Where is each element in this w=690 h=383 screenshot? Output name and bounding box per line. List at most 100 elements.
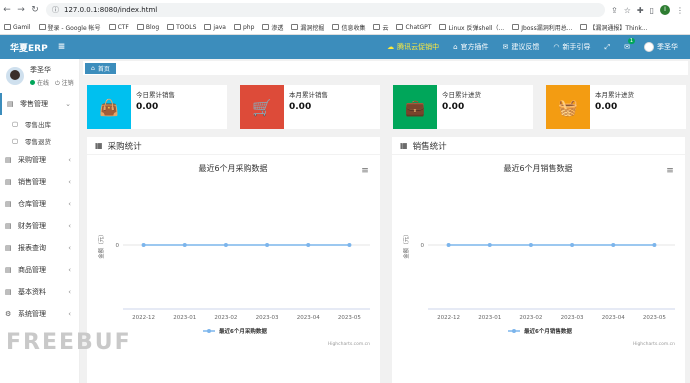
sidebar-item-1[interactable]: ▢ 零售出库 — [0, 115, 79, 132]
breadcrumb-home[interactable]: ⌂ 首页 — [85, 63, 116, 74]
chart-credit[interactable]: Highcharts.com.cn — [328, 341, 370, 347]
shopping-bag-icon: 👜 — [87, 85, 131, 129]
chart-legend[interactable]: 最近6个月销售数据 — [508, 327, 572, 335]
sidebar-item-2[interactable]: ▢ 零售退货 — [0, 132, 79, 149]
data-point[interactable] — [446, 243, 451, 247]
bookmark-item[interactable]: 漏洞挖掘 — [291, 23, 324, 32]
grid-icon: ▦ — [400, 141, 408, 150]
bookmark-item[interactable]: 云 — [373, 23, 388, 32]
bookmark-item[interactable]: php — [233, 23, 255, 31]
sidebar-item-3[interactable]: ▤ 采购管理 ‹ — [0, 149, 79, 171]
data-point[interactable] — [223, 243, 228, 247]
address-bar[interactable]: ⓘ 127.0.0.1:8080/index.html — [46, 3, 606, 17]
data-point[interactable] — [265, 243, 270, 247]
chevron-left-icon: ‹ — [68, 156, 71, 164]
bookmark-item[interactable]: 【漏洞通报】Think... — [580, 23, 648, 32]
fullscreen-icon[interactable]: ⤢ — [605, 43, 611, 52]
chart-title: 最近6个月销售数据 — [503, 163, 572, 173]
menu-dots-icon[interactable]: ⋮ — [676, 6, 684, 15]
folder-icon — [439, 24, 447, 30]
sidebar-item-8[interactable]: ▤ 商品管理 ‹ — [0, 259, 79, 281]
sidebar-item-9[interactable]: ▤ 基本资料 ‹ — [0, 281, 79, 303]
chart-menu-icon[interactable]: ≡ — [666, 166, 674, 176]
x-tick-label: 2023-02 — [519, 315, 542, 321]
sidebar-item-label: 零售退货 — [25, 137, 51, 146]
data-point[interactable] — [347, 243, 352, 247]
plugins-link[interactable]: ⌂ 官方插件 — [453, 42, 488, 52]
sidebar-toggle-icon[interactable]: ≡ — [58, 42, 66, 52]
bookmark-label: ChatGPT — [405, 23, 432, 31]
chart-legend[interactable]: 最近6个月采购数据 — [203, 327, 267, 335]
data-point[interactable] — [306, 243, 311, 247]
mail-icon[interactable]: ✉ 1 — [624, 38, 635, 51]
bookmark-item[interactable]: Linux 反弹shell（... — [439, 23, 504, 32]
bookmark-item[interactable]: 渗透 — [262, 23, 283, 32]
bookmark-item[interactable]: TOOLS — [167, 24, 196, 31]
sidebar-item-0[interactable]: ▤ 零售管理 ⌄ — [0, 93, 79, 115]
sidebar-item-label: 报表查询 — [18, 244, 46, 252]
menu-icon: ▤ — [5, 222, 12, 230]
sidebar-item-4[interactable]: ▤ 销售管理 ‹ — [0, 171, 79, 193]
share-icon[interactable]: ⇪ — [611, 6, 618, 15]
bookmark-label: 【漏洞通报】Think... — [589, 24, 648, 32]
extensions-icon[interactable]: ✚ — [637, 6, 644, 15]
data-point[interactable] — [182, 243, 187, 247]
bookmark-item[interactable]: CTF — [108, 24, 129, 31]
promo-link[interactable]: ☁ 腾讯云促销中 — [387, 42, 439, 52]
user-name: 季圣华 — [30, 65, 51, 74]
chevron-down-icon: ⌄ — [65, 100, 71, 108]
reload-icon[interactable]: ↻ — [28, 5, 42, 15]
chevron-left-icon: ‹ — [68, 244, 71, 252]
data-point[interactable] — [652, 243, 657, 247]
bookmark-item[interactable]: ChatGPT — [396, 24, 431, 31]
data-point[interactable] — [528, 243, 533, 247]
app-header: 华夏ERP ≡ ☁ 腾讯云促销中 ⌂ 官方插件 ✉ 建议反馈 ◠ 新手引导 ⤢ ✉ 1 季圣… — [0, 35, 690, 59]
chevron-left-icon: ‹ — [68, 178, 71, 186]
cloud-icon: ☁ — [387, 43, 395, 51]
sidebar-item-6[interactable]: ▤ 财务管理 ‹ — [0, 215, 79, 237]
bookmark-label: 漏洞挖掘 — [300, 24, 325, 32]
profile-icon[interactable]: I — [660, 5, 670, 15]
online-dot-icon — [30, 79, 35, 85]
menu-icon: ▤ — [7, 100, 14, 108]
menu-icon: ▤ — [5, 156, 12, 164]
menu-icon: ▤ — [5, 200, 12, 208]
user-panel: 季圣华 在线 ⏻ 注销 — [0, 59, 79, 93]
bookmark-item[interactable]: 登录 - Google 帐号 — [38, 23, 101, 32]
chevron-left-icon: ‹ — [68, 288, 71, 296]
logout-icon[interactable]: ⏻ — [55, 80, 60, 87]
bookmark-label: php — [242, 23, 255, 31]
header-username: 季圣华 — [657, 43, 678, 51]
feedback-link[interactable]: ✉ 建议反馈 — [503, 42, 540, 52]
chart-credit[interactable]: Highcharts.com.cn — [633, 341, 675, 347]
chart-menu-icon[interactable]: ≡ — [361, 166, 369, 176]
chart-title: 最近6个月采购数据 — [198, 163, 267, 173]
sidepanel-icon[interactable]: ▯ — [650, 6, 654, 15]
data-point[interactable] — [570, 243, 575, 247]
data-point[interactable] — [611, 243, 616, 247]
star-icon[interactable]: ☆ — [624, 6, 631, 15]
back-icon[interactable]: ← — [0, 5, 14, 15]
bookmark-item[interactable]: java — [204, 24, 226, 31]
sidebar-item-5[interactable]: ▤ 仓库管理 ‹ — [0, 193, 79, 215]
brand-logo[interactable]: 华夏ERP — [10, 41, 48, 54]
sidebar-item-7[interactable]: ▤ 报表查询 ‹ — [0, 237, 79, 259]
x-tick-label: 2023-01 — [478, 315, 501, 321]
sidebar-item-label: 基本资料 — [18, 288, 46, 296]
user-menu[interactable]: 季圣华 — [644, 42, 678, 52]
bookmark-item[interactable]: Blog — [136, 24, 159, 31]
bookmark-item[interactable]: Jboss漏洞利用总... — [512, 23, 572, 32]
stat-box: 💼 今日累计进货 0.00 — [393, 85, 533, 129]
logout-link[interactable]: 注销 — [62, 80, 74, 87]
forward-icon[interactable]: → — [14, 5, 28, 15]
info-icon[interactable]: ⓘ — [52, 5, 59, 15]
bookmark-label: 渗透 — [271, 24, 284, 32]
sidebar-item-10[interactable]: ⚙ 系统管理 ‹ — [0, 303, 79, 325]
bookmark-item[interactable]: 信息收集 — [332, 23, 365, 32]
x-tick-label: 2022-12 — [437, 315, 460, 321]
chevron-left-icon: ‹ — [68, 222, 71, 230]
guide-link[interactable]: ◠ 新手引导 — [553, 42, 590, 52]
data-point[interactable] — [141, 243, 146, 247]
bookmark-item[interactable]: Gamil — [4, 24, 31, 31]
data-point[interactable] — [487, 243, 492, 247]
